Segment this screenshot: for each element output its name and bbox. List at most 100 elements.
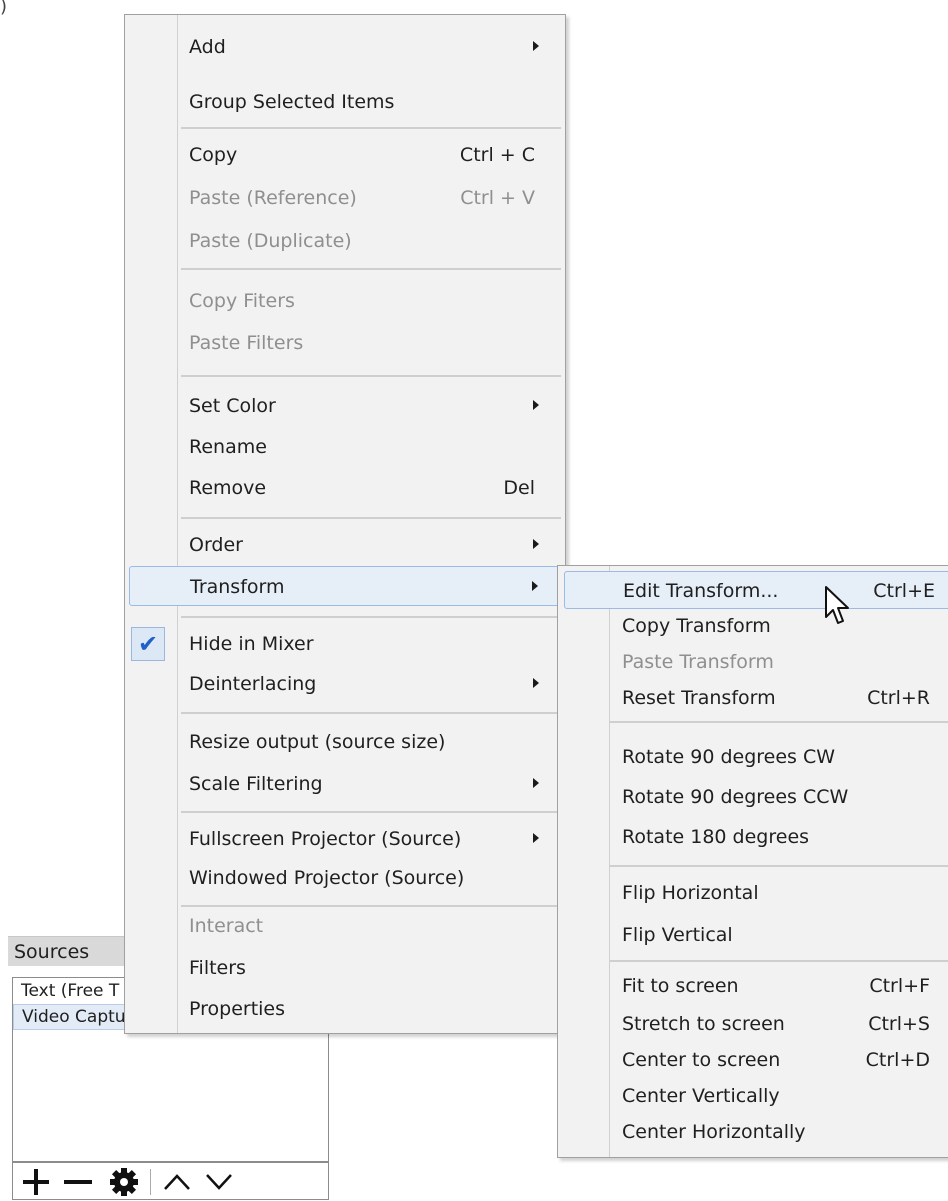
menu-item-label: Remove (189, 477, 267, 499)
menu-separator (181, 712, 561, 714)
menu-item-label: Filters (189, 957, 246, 979)
menu-item-label: Rename (189, 436, 267, 458)
menu-item-copy-transform[interactable]: Copy Transform (558, 608, 948, 644)
menu-item-paste-reference[interactable]: Paste (Reference) Ctrl + V (125, 178, 565, 218)
move-source-up-button[interactable] (159, 1163, 195, 1201)
menu-item-label: Deinterlacing (189, 673, 317, 695)
menu-item-label: Group Selected Items (189, 91, 395, 113)
menu-item-scale-filtering[interactable]: Scale Filtering (125, 764, 565, 804)
menu-item-label: Copy Fiters (189, 290, 295, 312)
menu-item-label: Rotate 90 degrees CCW (622, 786, 849, 808)
menu-item-copy-filters[interactable]: Copy Fiters (125, 281, 565, 321)
menu-separator (610, 721, 948, 723)
source-context-menu: Add Group Selected Items Copy Ctrl + C P… (124, 14, 566, 1034)
triangle-right-icon (533, 833, 539, 843)
menu-item-fit-to-screen[interactable]: Fit to screen Ctrl+F (558, 968, 948, 1004)
triangle-right-icon (533, 41, 539, 51)
menu-item-paste-duplicate[interactable]: Paste (Duplicate) (125, 221, 565, 261)
menu-item-label: Hide in Mixer (189, 633, 314, 655)
menu-item-rotate-180[interactable]: Rotate 180 degrees (558, 817, 948, 857)
menu-item-properties[interactable]: Properties (125, 989, 565, 1029)
menu-separator (181, 616, 561, 618)
corner-text-fragment: ) (0, 0, 8, 17)
menu-item-label: Stretch to screen (622, 1013, 785, 1035)
menu-item-label: Scale Filtering (189, 773, 323, 795)
menu-item-rotate-90-cw[interactable]: Rotate 90 degrees CW (558, 737, 948, 777)
menu-item-label: Paste Filters (189, 332, 304, 354)
menu-item-label: Rotate 180 degrees (622, 826, 810, 848)
menu-item-center-to-screen[interactable]: Center to screen Ctrl+D (558, 1042, 948, 1078)
add-source-button[interactable] (17, 1163, 55, 1201)
menu-item-center-horizontally[interactable]: Center Horizontally (558, 1114, 948, 1150)
menu-item-label: Transform (190, 576, 285, 598)
menu-item-label: Order (189, 534, 243, 556)
source-properties-button[interactable] (105, 1163, 143, 1201)
menu-item-add[interactable]: Add (125, 27, 565, 67)
remove-source-button[interactable] (59, 1163, 97, 1201)
menu-item-filters[interactable]: Filters (125, 948, 565, 988)
move-source-down-button[interactable] (201, 1163, 237, 1201)
menu-item-edit-transform[interactable]: Edit Transform... Ctrl+E (564, 571, 948, 609)
menu-separator (181, 375, 561, 377)
minus-icon (64, 1180, 92, 1184)
menu-item-label: Reset Transform (622, 687, 776, 709)
menu-item-shortcut: Ctrl+R (867, 687, 930, 709)
menu-item-label: Interact (189, 915, 264, 937)
chevron-down-icon (206, 1174, 232, 1190)
menu-item-label: Fit to screen (622, 975, 739, 997)
plus-icon (23, 1169, 49, 1195)
toolbar-divider (150, 1169, 151, 1195)
sources-toolbar (12, 1162, 329, 1200)
menu-item-reset-transform[interactable]: Reset Transform Ctrl+R (558, 680, 948, 716)
menu-item-order[interactable]: Order (125, 525, 565, 565)
source-item-label: Text (Free T (21, 981, 120, 1001)
menu-item-shortcut: Ctrl+E (873, 580, 935, 602)
menu-item-shortcut: Ctrl+F (869, 975, 930, 997)
menu-separator (181, 268, 561, 270)
menu-item-deinterlacing[interactable]: Deinterlacing (125, 664, 565, 704)
menu-item-label: Center Horizontally (622, 1121, 806, 1143)
checkmark-icon: ✔ (131, 627, 165, 661)
triangle-right-icon (532, 581, 538, 591)
menu-item-label: Flip Horizontal (622, 882, 759, 904)
menu-item-label: Flip Vertical (622, 924, 733, 946)
menu-item-rename[interactable]: Rename (125, 427, 565, 467)
menu-item-label: Paste (Duplicate) (189, 230, 352, 252)
menu-item-center-vertically[interactable]: Center Vertically (558, 1078, 948, 1114)
transform-submenu: Edit Transform... Ctrl+E Copy Transform … (557, 565, 948, 1158)
triangle-right-icon (533, 539, 539, 549)
menu-item-flip-vertical[interactable]: Flip Vertical (558, 915, 948, 955)
menu-item-rotate-90-ccw[interactable]: Rotate 90 degrees CCW (558, 777, 948, 817)
menu-item-label: Set Color (189, 395, 276, 417)
menu-item-paste-transform[interactable]: Paste Transform (558, 644, 948, 680)
menu-item-label: Properties (189, 998, 286, 1020)
menu-item-label: Fullscreen Projector (Source) (189, 828, 462, 850)
menu-item-resize-output[interactable]: Resize output (source size) (125, 722, 565, 762)
menu-item-stretch-to-screen[interactable]: Stretch to screen Ctrl+S (558, 1006, 948, 1042)
menu-item-windowed-projector[interactable]: Windowed Projector (Source) (125, 858, 565, 898)
menu-item-label: Rotate 90 degrees CW (622, 746, 836, 768)
menu-item-flip-horizontal[interactable]: Flip Horizontal (558, 873, 948, 913)
triangle-right-icon (533, 678, 539, 688)
menu-item-copy[interactable]: Copy Ctrl + C (125, 135, 565, 175)
menu-item-transform[interactable]: Transform (129, 566, 561, 606)
menu-item-label: Paste (Reference) (189, 187, 357, 209)
menu-item-remove[interactable]: Remove Del (125, 468, 565, 508)
menu-item-shortcut: Del (503, 477, 535, 499)
chevron-up-icon (164, 1174, 190, 1190)
menu-separator (610, 960, 948, 962)
menu-item-hide-in-mixer[interactable]: ✔ Hide in Mixer (125, 624, 565, 664)
menu-item-label: Edit Transform... (623, 580, 779, 602)
menu-separator (610, 865, 948, 867)
menu-item-group-selected[interactable]: Group Selected Items (125, 82, 565, 122)
menu-item-paste-filters[interactable]: Paste Filters (125, 323, 565, 363)
mouse-pointer-icon (825, 586, 849, 624)
triangle-right-icon (533, 778, 539, 788)
menu-item-label: Copy Transform (622, 615, 771, 637)
menu-item-fullscreen-projector[interactable]: Fullscreen Projector (Source) (125, 819, 565, 859)
menu-item-label: Resize output (source size) (189, 731, 446, 753)
menu-item-set-color[interactable]: Set Color (125, 386, 565, 426)
menu-item-shortcut: Ctrl + V (460, 187, 535, 209)
menu-item-interact[interactable]: Interact (125, 906, 565, 946)
menu-separator (181, 517, 561, 519)
